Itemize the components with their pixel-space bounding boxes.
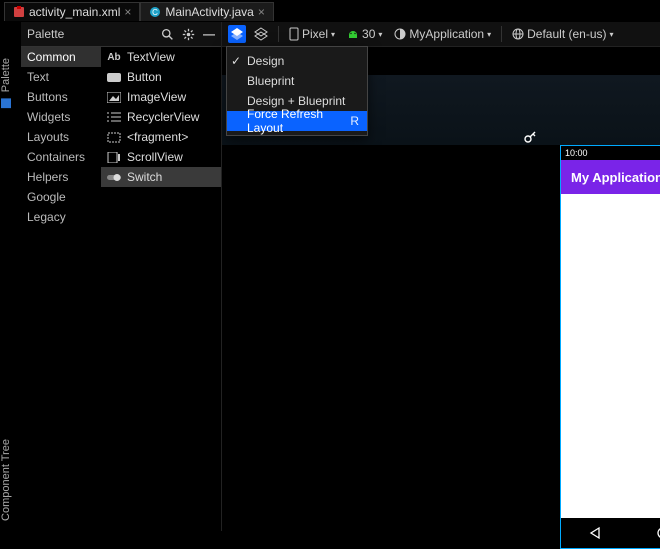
preview-clock: 10:00 bbox=[565, 148, 588, 158]
chevron-down-icon: ▾ bbox=[331, 30, 335, 39]
menu-item-design[interactable]: ✓Design bbox=[227, 51, 367, 71]
palette-category-layouts[interactable]: Layouts bbox=[21, 127, 101, 147]
globe-icon bbox=[512, 28, 524, 40]
palette-panel: Palette — Common Text Buttons Widgets La… bbox=[21, 22, 222, 531]
locale-selector[interactable]: Default (en-us) ▾ bbox=[508, 25, 617, 43]
palette-tool-tab[interactable]: Palette bbox=[0, 52, 12, 114]
view-mode-button[interactable] bbox=[228, 25, 246, 43]
xml-file-icon bbox=[13, 6, 25, 18]
device-preview[interactable]: 10:00 My Application bbox=[560, 145, 660, 549]
tab-label: activity_main.xml bbox=[29, 5, 120, 19]
design-toolbar: Pixel ▾ 30 ▾ MyApplication ▾ Default (en… bbox=[222, 22, 660, 47]
close-icon[interactable]: × bbox=[258, 5, 265, 19]
palette-icon bbox=[1, 98, 11, 108]
widget-switch[interactable]: Switch bbox=[101, 167, 221, 187]
component-tree-tool-tab[interactable]: Component Tree bbox=[0, 433, 12, 527]
scrollview-icon bbox=[107, 151, 121, 163]
layers-icon bbox=[230, 27, 244, 41]
tab-activity-main[interactable]: activity_main.xml × bbox=[4, 2, 140, 21]
tool-window-bar: Palette Component Tree bbox=[0, 22, 17, 531]
fragment-icon bbox=[107, 131, 121, 143]
palette-title: Palette bbox=[27, 27, 64, 41]
close-icon[interactable]: × bbox=[124, 5, 131, 19]
android-icon bbox=[347, 28, 359, 40]
menu-item-blueprint[interactable]: Blueprint bbox=[227, 71, 367, 91]
device-selector[interactable]: Pixel ▾ bbox=[285, 25, 339, 43]
widget-fragment[interactable]: <fragment> bbox=[101, 127, 221, 147]
palette-category-containers[interactable]: Containers bbox=[21, 147, 101, 167]
nav-home-icon bbox=[656, 526, 660, 540]
view-mode-menu: ✓Design Blueprint Design + Blueprint For… bbox=[226, 46, 368, 136]
preview-content bbox=[561, 194, 660, 518]
widget-recyclerview[interactable]: RecyclerView bbox=[101, 107, 221, 127]
check-icon: ✓ bbox=[231, 54, 241, 68]
design-editor: Pixel ▾ 30 ▾ MyApplication ▾ Default (en… bbox=[222, 22, 660, 531]
palette-category-widgets[interactable]: Widgets bbox=[21, 107, 101, 127]
chevron-down-icon: ▾ bbox=[610, 30, 614, 39]
chevron-down-icon: ▾ bbox=[378, 30, 382, 39]
tab-label: MainActivity.java bbox=[165, 5, 253, 19]
palette-category-buttons[interactable]: Buttons bbox=[21, 87, 101, 107]
menu-item-force-refresh[interactable]: Force Refresh LayoutR bbox=[227, 111, 367, 131]
palette-category-common[interactable]: Common bbox=[21, 47, 101, 67]
svg-text:C: C bbox=[152, 8, 158, 17]
tab-mainactivity[interactable]: C MainActivity.java × bbox=[140, 2, 274, 21]
widget-scrollview[interactable]: ScrollView bbox=[101, 147, 221, 167]
preview-nav-bar bbox=[561, 518, 660, 548]
nav-back-icon bbox=[588, 526, 602, 540]
orientation-button[interactable] bbox=[250, 25, 272, 43]
java-file-icon: C bbox=[149, 6, 161, 18]
palette-category-helpers[interactable]: Helpers bbox=[21, 167, 101, 187]
widget-button[interactable]: Button bbox=[101, 67, 221, 87]
key-icon bbox=[524, 131, 536, 143]
palette-category-legacy[interactable]: Legacy bbox=[21, 207, 101, 227]
widget-textview[interactable]: AbTextView bbox=[101, 47, 221, 67]
preview-app-bar: My Application bbox=[561, 160, 660, 194]
gear-icon[interactable] bbox=[182, 28, 195, 41]
phone-icon bbox=[289, 27, 299, 41]
shortcut-label: R bbox=[350, 114, 359, 128]
recyclerview-icon bbox=[107, 111, 121, 123]
palette-category-text[interactable]: Text bbox=[21, 67, 101, 87]
chevron-down-icon: ▾ bbox=[487, 30, 491, 39]
theme-selector[interactable]: MyApplication ▾ bbox=[390, 25, 495, 43]
preview-status-bar: 10:00 bbox=[561, 146, 660, 160]
palette-category-list: Common Text Buttons Widgets Layouts Cont… bbox=[21, 47, 101, 531]
textview-icon: Ab bbox=[107, 51, 121, 63]
palette-category-google[interactable]: Google bbox=[21, 187, 101, 207]
collapse-icon[interactable]: — bbox=[203, 27, 215, 41]
imageview-icon bbox=[107, 91, 121, 103]
switch-icon bbox=[107, 171, 121, 183]
api-selector[interactable]: 30 ▾ bbox=[343, 25, 386, 43]
search-icon[interactable] bbox=[161, 28, 174, 41]
widget-imageview[interactable]: ImageView bbox=[101, 87, 221, 107]
editor-tabs: activity_main.xml × C MainActivity.java … bbox=[0, 0, 660, 23]
button-icon bbox=[107, 71, 121, 83]
theme-icon bbox=[394, 28, 406, 40]
palette-widget-list: AbTextView Button ImageView RecyclerView… bbox=[101, 47, 221, 531]
